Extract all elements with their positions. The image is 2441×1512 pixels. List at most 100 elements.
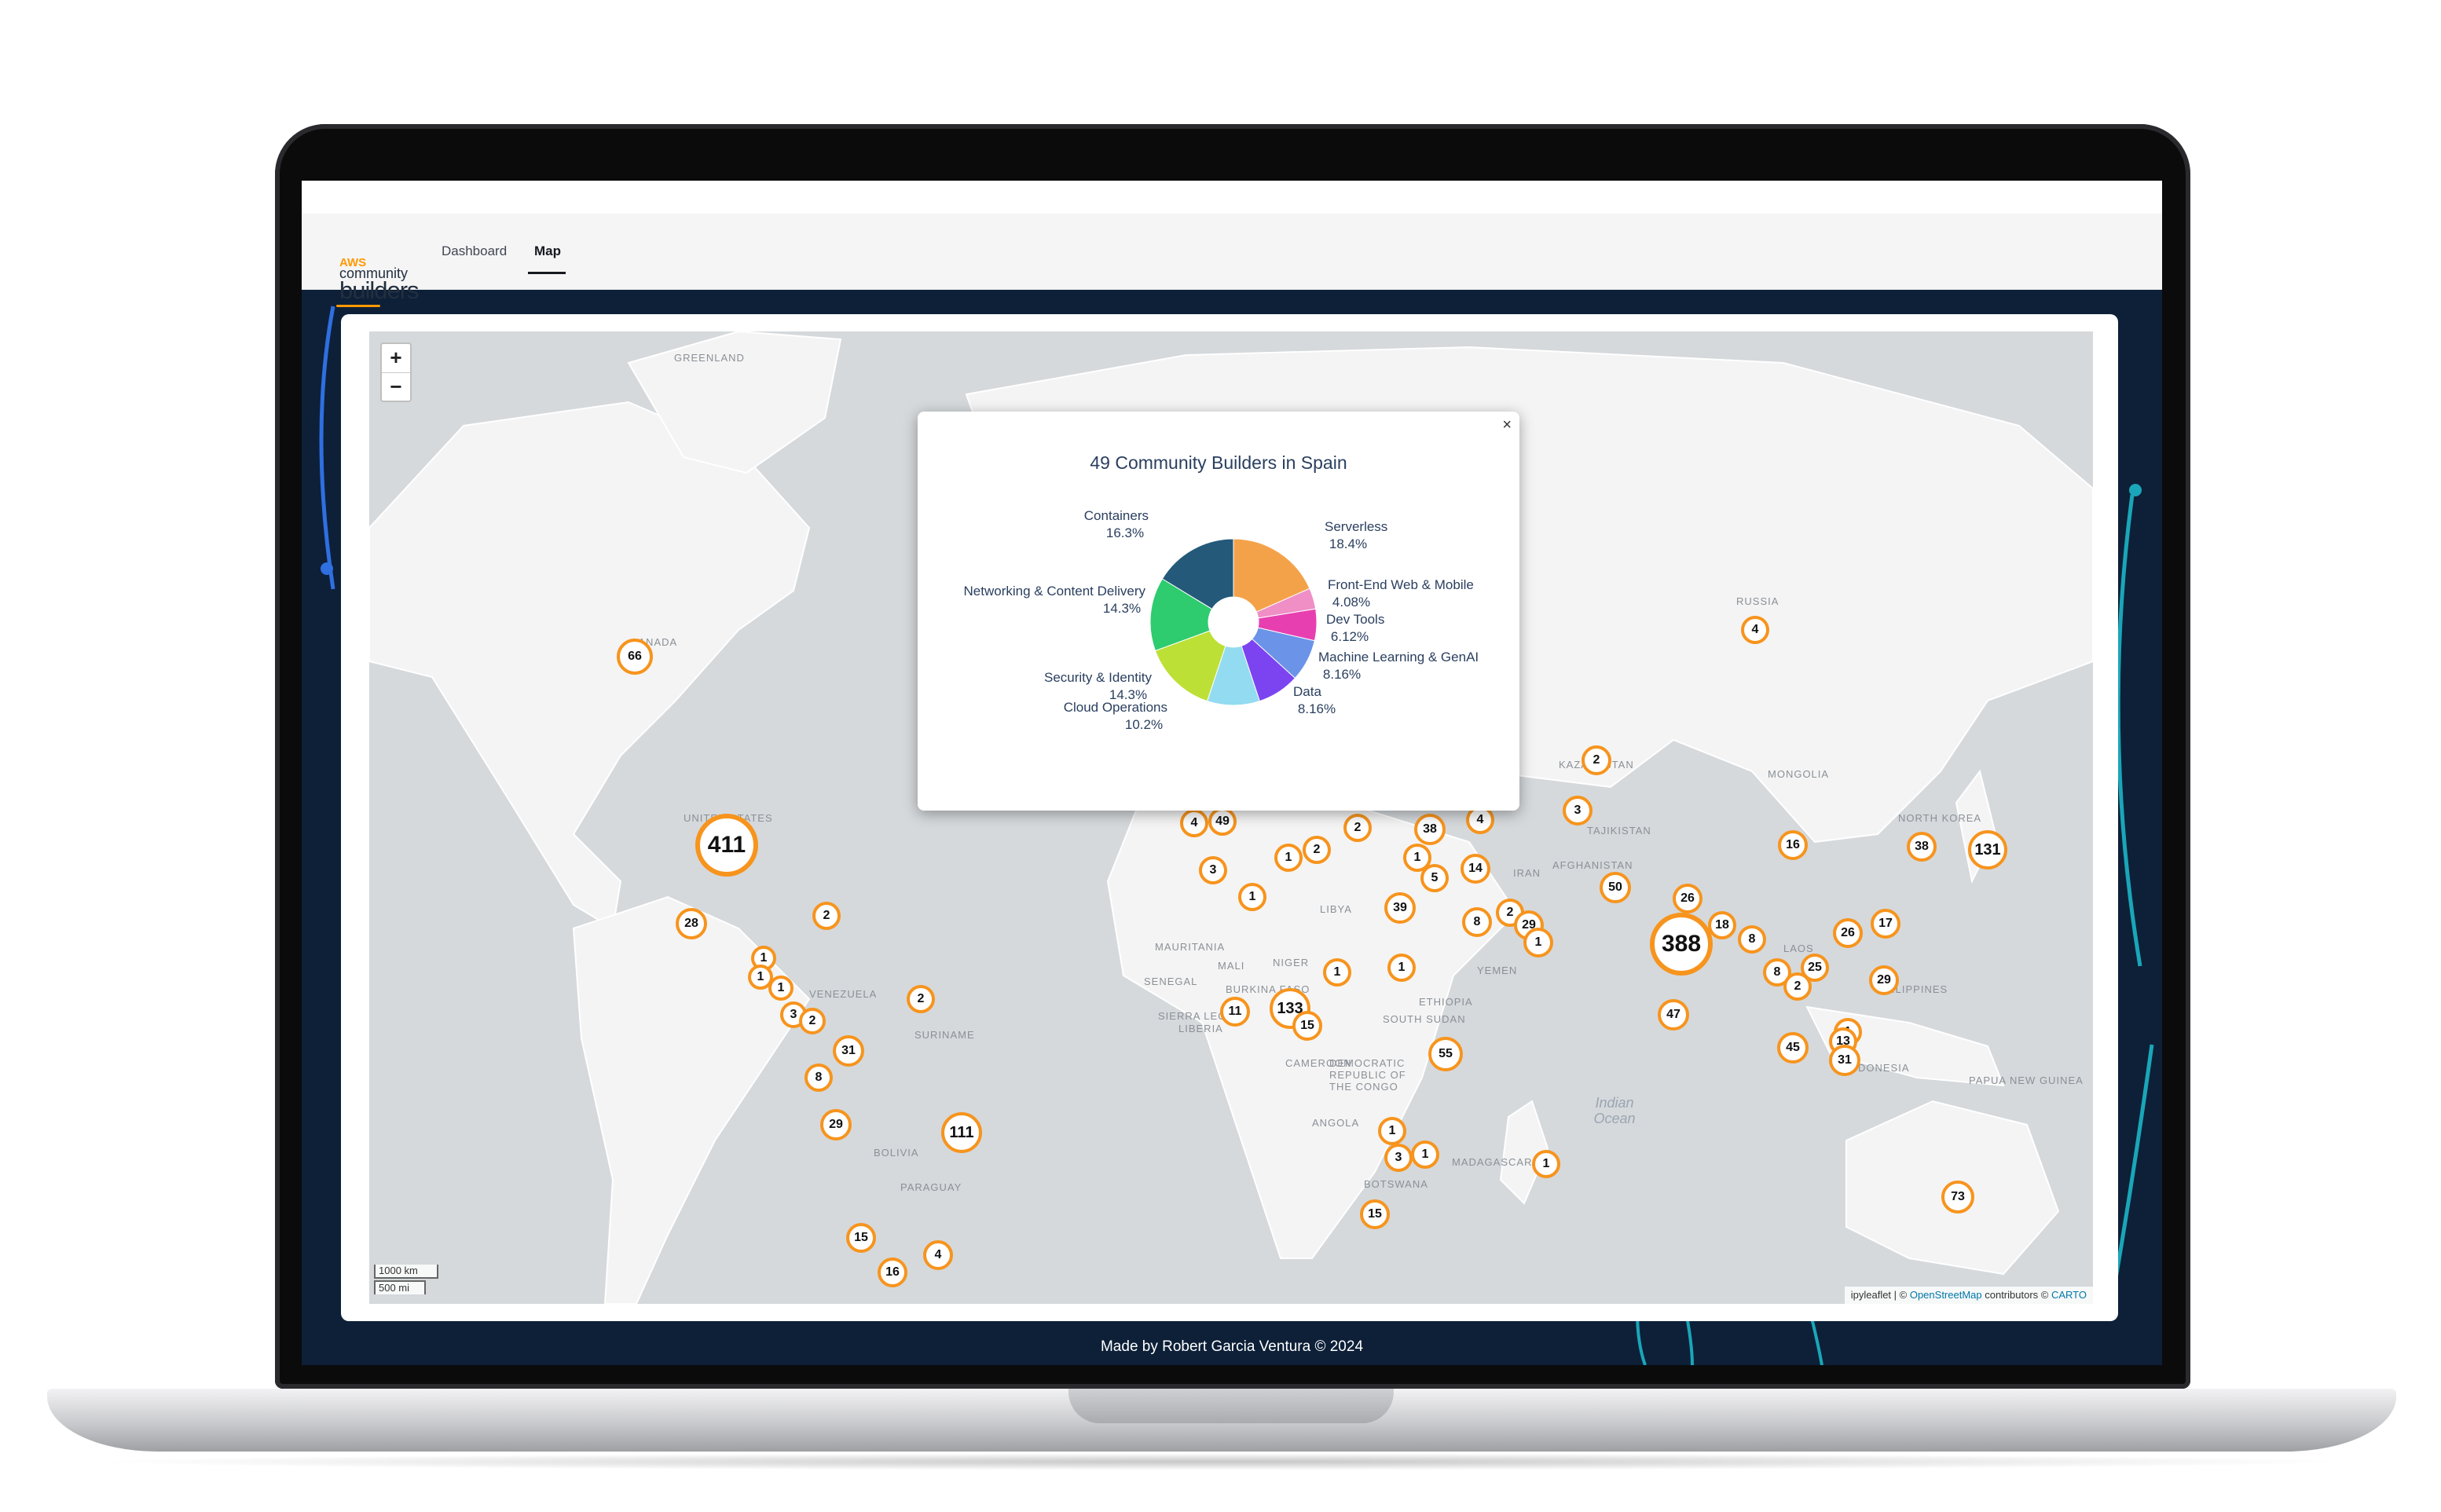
cluster-marker[interactable]: 2 (799, 1008, 826, 1034)
cluster-marker[interactable]: 1 (1238, 883, 1266, 911)
zoom-in-button[interactable]: + (382, 344, 410, 373)
cluster-marker[interactable]: 29 (1869, 965, 1899, 995)
attribution-mid: contributors © (1981, 1289, 2051, 1301)
cluster-marker[interactable]: 2 (1783, 972, 1812, 1001)
scale-mi: 500 mi (374, 1280, 426, 1294)
cluster-marker[interactable]: 39 (1384, 892, 1416, 924)
app-screen: AWS community builders Dashboard Map GRE… (302, 181, 2162, 1365)
cluster-marker[interactable]: 8 (1462, 907, 1492, 937)
cluster-marker[interactable]: 1 (1378, 1117, 1406, 1145)
pie-slice-label: Containers (1084, 508, 1149, 523)
cluster-marker[interactable]: 15 (846, 1223, 876, 1253)
cluster-marker[interactable]: 4 (1741, 616, 1769, 644)
cluster-marker[interactable]: 66 (617, 639, 653, 675)
map-label-greenland: GREENLAND (674, 352, 745, 364)
tab-dashboard[interactable]: Dashboard (442, 243, 507, 259)
pie-slice-percent: 16.3% (1106, 525, 1144, 540)
map-label-senegal: SENEGAL (1144, 976, 1198, 987)
navbar: AWS community builders (302, 214, 2162, 307)
pie-slice-percent: 10.2% (1125, 717, 1163, 732)
map-label-tajikistan: TAJIKISTAN (1587, 825, 1651, 837)
laptop-shadow (86, 1453, 2357, 1470)
map-attribution: ipyleaflet | © OpenStreetMap contributor… (1844, 1287, 2093, 1304)
map-label-venezuela: VENEZUELA (809, 988, 878, 1000)
cluster-marker[interactable]: 2 (907, 985, 935, 1013)
cluster-marker[interactable]: 1 (1387, 954, 1416, 982)
cluster-marker[interactable]: 388 (1650, 913, 1713, 976)
cluster-marker[interactable]: 5 (1420, 864, 1449, 892)
country-popup: × 49 Community Builders in Spain Serverl… (918, 412, 1519, 811)
cluster-marker[interactable]: 49 (1208, 807, 1237, 836)
cluster-marker[interactable]: 11 (1220, 997, 1250, 1027)
aws-community-builders-logo[interactable]: AWS community builders (336, 256, 426, 314)
pie-chart: Serverless 18.4% Front-End Web & Mobile 4.0… (964, 508, 1479, 732)
cluster-marker[interactable]: 1 (1532, 1150, 1560, 1178)
cluster-marker[interactable]: 28 (676, 908, 707, 939)
cluster-marker[interactable]: 29 (820, 1109, 852, 1140)
world-map[interactable]: GREENLAND CANADA UNITED STATES RUSSIA KA… (369, 331, 2093, 1304)
cluster-marker[interactable]: 31 (1829, 1045, 1860, 1076)
map-label-afghanistan: AFGHANISTAN (1552, 859, 1633, 871)
cluster-marker[interactable]: 14 (1461, 854, 1490, 884)
map-label-south-sudan: SOUTH SUDAN (1383, 1013, 1466, 1025)
cluster-marker[interactable]: 3 (1199, 856, 1227, 884)
map-card: GREENLAND CANADA UNITED STATES RUSSIA KA… (341, 314, 2118, 1321)
cluster-marker[interactable]: 2 (1343, 814, 1372, 842)
cluster-marker[interactable]: 45 (1777, 1032, 1809, 1064)
cluster-marker[interactable]: 73 (1941, 1181, 1974, 1214)
map-label-mali: MALI (1218, 960, 1245, 972)
cluster-marker[interactable]: 16 (1778, 830, 1808, 860)
pie-slice-label: Data (1293, 684, 1321, 699)
cluster-marker[interactable]: 18 (1708, 911, 1736, 939)
cluster-marker[interactable]: 26 (1673, 884, 1702, 913)
map-label-papua-new-guinea: PAPUA NEW GUINEA (1969, 1075, 2084, 1086)
map-label-indian-ocean: Indian Ocean (1593, 1095, 1636, 1126)
pie-slice-label: Networking & Content Delivery (964, 584, 1146, 599)
pie-slice-label: Machine Learning & GenAI (1318, 650, 1479, 664)
logo-builders-text: builders (339, 276, 420, 304)
attribution-prefix: ipyleaflet | © (1850, 1289, 1910, 1301)
zoom-control: + − (380, 342, 412, 402)
map-label-laos: LAOS (1783, 943, 1814, 954)
cluster-marker[interactable]: 47 (1658, 999, 1689, 1031)
cluster-marker[interactable]: 1 (1523, 928, 1553, 957)
cluster-marker[interactable]: 1 (1323, 958, 1351, 987)
cluster-marker[interactable]: 38 (1907, 832, 1937, 862)
cluster-marker[interactable]: 26 (1833, 918, 1863, 948)
map-label-niger: NIGER (1273, 957, 1310, 968)
cluster-marker[interactable]: 131 (1968, 830, 2007, 869)
cluster-marker[interactable]: 55 (1428, 1037, 1463, 1071)
cluster-marker[interactable]: 411 (695, 814, 758, 877)
cluster-marker[interactable]: 16 (878, 1258, 907, 1287)
cluster-marker[interactable]: 8 (805, 1064, 833, 1092)
cluster-marker[interactable]: 4 (1180, 809, 1208, 837)
cluster-marker[interactable]: 2 (1582, 745, 1611, 775)
cluster-marker[interactable]: 1 (1411, 1140, 1439, 1169)
cluster-marker[interactable]: 50 (1600, 872, 1631, 903)
cluster-marker[interactable]: 31 (833, 1035, 864, 1067)
osm-link[interactable]: OpenStreetMap (1910, 1289, 1982, 1301)
cluster-marker[interactable]: 2 (812, 902, 841, 930)
map-label-yemen: YEMEN (1477, 965, 1518, 976)
pie-slice-percent: 4.08% (1332, 595, 1370, 610)
laptop-notch (1068, 1389, 1394, 1423)
map-label-liberia: LIBERIA (1178, 1023, 1223, 1034)
carto-link[interactable]: CARTO (2051, 1289, 2087, 1301)
cluster-marker[interactable]: 2 (1303, 836, 1331, 864)
cluster-marker[interactable]: 4 (923, 1240, 953, 1270)
cluster-marker[interactable]: 8 (1738, 925, 1766, 954)
cluster-marker[interactable]: 38 (1414, 814, 1446, 845)
cluster-marker[interactable]: 3 (1563, 796, 1593, 826)
cluster-marker[interactable]: 15 (1292, 1011, 1322, 1041)
map-label-ethiopia: ETHIOPIA (1419, 996, 1473, 1008)
pie-slice-percent: 8.16% (1323, 667, 1361, 682)
cluster-marker[interactable]: 15 (1360, 1199, 1390, 1229)
cluster-marker[interactable]: 1 (1274, 844, 1303, 872)
cluster-marker[interactable]: 1 (768, 976, 794, 1001)
zoom-out-button[interactable]: − (382, 373, 410, 401)
cluster-marker[interactable]: 17 (1871, 909, 1900, 939)
map-label-paraguay: PARAGUAY (900, 1181, 962, 1193)
tab-map[interactable]: Map (534, 243, 561, 259)
cluster-marker[interactable]: 3 (1384, 1144, 1413, 1172)
cluster-marker[interactable]: 111 (941, 1112, 982, 1153)
